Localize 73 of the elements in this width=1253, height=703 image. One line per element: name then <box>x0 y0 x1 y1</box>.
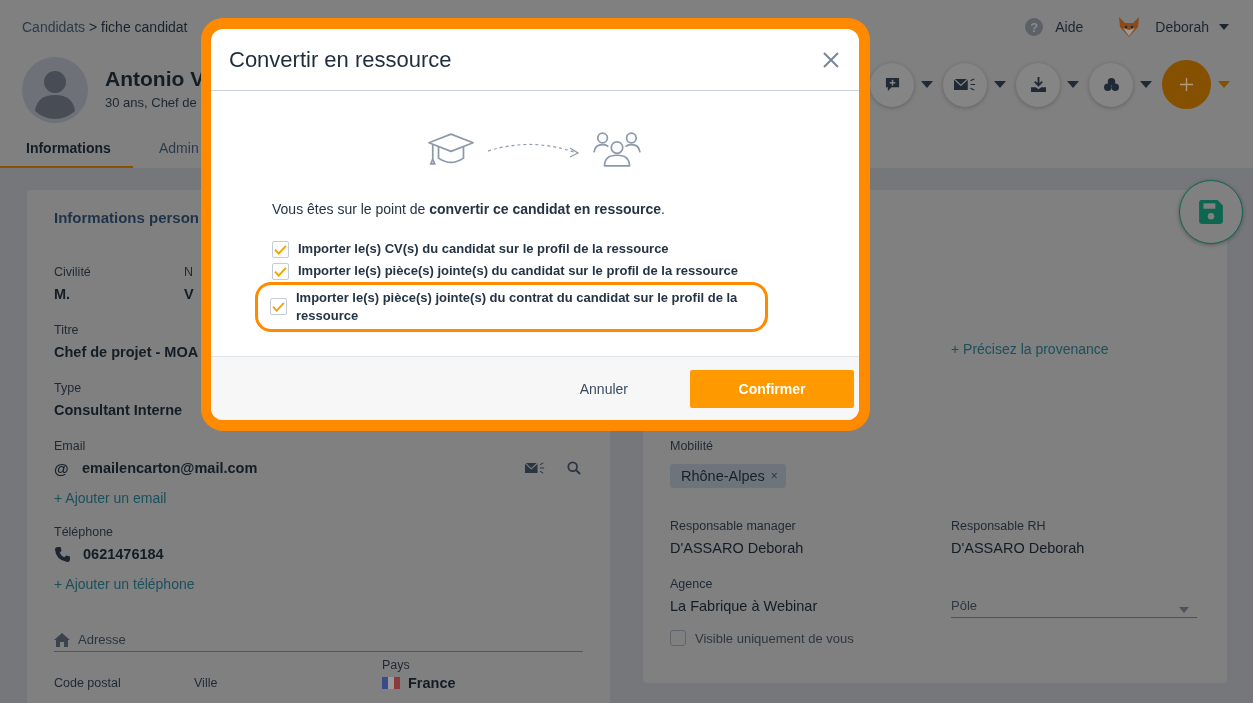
dialog-title: Convertir en ressource <box>229 46 452 73</box>
field-value: Chef de projet - MOA <box>54 343 199 362</box>
comment-plus-icon <box>884 77 900 92</box>
user-menu[interactable]: Deborah <box>1155 19 1229 35</box>
field-label: Agence <box>670 576 713 593</box>
section-title: Informations person <box>54 208 199 228</box>
field-label: Responsable manager <box>670 518 796 535</box>
cancel-button[interactable]: Annuler <box>569 372 638 405</box>
avatar-silhouette <box>22 57 88 123</box>
field-value: D'ASSARO Deborah <box>670 539 804 558</box>
add-email-link[interactable]: + Ajouter un email <box>54 488 167 508</box>
caret-icon <box>1179 607 1189 613</box>
at-sign: @ <box>54 459 70 477</box>
dialog-message: Vous êtes sur le point de convertir ce candidat en ressource. <box>272 200 666 219</box>
field-label: Type <box>54 380 82 397</box>
field-value: La Fabrique à Webinar <box>670 597 818 616</box>
field-label: Pays <box>382 657 410 674</box>
action-button[interactable] <box>1016 62 1060 107</box>
candidate-subtitle: 30 ans, Chef de <box>105 95 198 110</box>
breadcrumb-link[interactable]: Candidats <box>22 19 86 35</box>
group-of-people-icon <box>593 130 641 168</box>
plus-icon <box>1180 78 1193 91</box>
help-icon[interactable]: ? <box>1025 18 1044 36</box>
action-button[interactable] <box>943 62 987 107</box>
help-link[interactable]: Aide <box>1055 19 1084 35</box>
email-value: emailencarton@mail.com <box>82 459 258 478</box>
graduation-cap-icon <box>427 131 475 167</box>
phone-value: 0621476184 <box>83 545 164 564</box>
confirm-button[interactable]: Confirmer <box>690 369 854 408</box>
search-icon[interactable] <box>567 461 581 475</box>
field-label: Titre <box>54 322 79 339</box>
caret-icon[interactable] <box>994 81 1006 88</box>
breadcrumb-current: > fiche candidat <box>89 19 188 35</box>
field-label: Responsable RH <box>951 518 1046 535</box>
field-value: M. <box>54 285 71 304</box>
checkbox-label: Visible uniquement de vous <box>695 630 854 646</box>
field-value: Consultant Interne <box>54 401 183 420</box>
add-provenance-link[interactable]: + Précisez la provenance <box>951 339 1109 359</box>
checkbox-label: Importer le(s) pièce(s) jointe(s) du contrat du candidat sur le profil de la ressource <box>296 289 739 325</box>
phone-icon <box>55 546 70 562</box>
region-tag: Rhône-Alpes × <box>670 464 786 488</box>
country-value: France <box>408 674 456 692</box>
field-label: Code postal <box>54 675 121 692</box>
section-title: Adresse <box>78 632 126 647</box>
field-value: V <box>184 285 194 304</box>
checkbox-label: Importer le(s) pièce(s) jointe(s) du candidat sur le profil de la ressource <box>298 262 738 280</box>
close-icon <box>823 51 839 68</box>
caret-icon[interactable] <box>921 81 933 88</box>
field-label: N <box>184 264 194 281</box>
field-value: D'ASSARO Deborah <box>951 539 1085 558</box>
field-label: Téléphone <box>54 524 114 541</box>
flag-icon <box>382 677 400 689</box>
checkbox-label: Importer le(s) CV(s) du candidat sur le profil de la ressource <box>298 240 669 258</box>
checkbox[interactable] <box>670 630 686 646</box>
pole-select[interactable]: Pôle <box>951 588 1197 618</box>
download-icon <box>1030 77 1046 92</box>
action-button[interactable] <box>1089 62 1133 107</box>
home-icon <box>54 632 70 647</box>
fox-avatar-icon <box>1117 16 1142 38</box>
action-button[interactable] <box>870 62 914 107</box>
cubes-icon <box>1102 77 1120 92</box>
field-label: Civilité <box>54 264 91 281</box>
caret-icon[interactable] <box>1140 81 1152 88</box>
caret-icon[interactable] <box>1067 81 1079 88</box>
mail-broadcast-icon <box>954 78 976 91</box>
caret-icon <box>1219 24 1229 30</box>
mail-broadcast-icon[interactable] <box>525 462 545 474</box>
field-label: Mobilité <box>670 438 714 455</box>
add-phone-link[interactable]: + Ajouter un téléphone <box>54 574 195 594</box>
field-label: Ville <box>194 675 218 692</box>
remove-tag-button[interactable]: × <box>770 469 778 483</box>
field-label: Email <box>54 438 86 455</box>
tab[interactable]: Informations <box>0 130 133 168</box>
